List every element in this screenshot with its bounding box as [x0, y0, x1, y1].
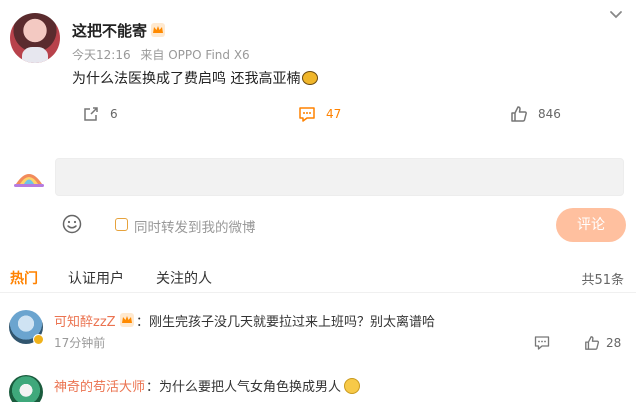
comment-time: 17分钟前	[54, 336, 106, 350]
vip-crown-icon	[120, 313, 134, 327]
thumbs-up-icon	[511, 106, 527, 122]
like-count: 846	[538, 107, 561, 121]
total-comments: 共51条	[581, 273, 624, 288]
comment-count: 47	[326, 107, 342, 121]
tab-verified[interactable]: 认证用户	[68, 268, 124, 288]
repost-icon	[84, 107, 98, 121]
repost-checkbox[interactable]	[115, 218, 128, 231]
comment-author-name[interactable]: 可知醉zzZ	[54, 311, 116, 330]
post-time[interactable]: 今天12:16	[72, 48, 131, 62]
thumbs-up-icon	[585, 336, 600, 350]
post-text: 为什么法医换成了费启鸣 还我高亚楠	[72, 68, 319, 88]
tab-following[interactable]: 关注的人	[156, 268, 212, 288]
vip-crown-icon	[151, 23, 165, 37]
like-button[interactable]: 846	[510, 104, 561, 124]
emoji-picker-icon[interactable]	[62, 214, 82, 234]
comment-avatar[interactable]	[9, 375, 43, 402]
comment-button[interactable]: 47	[298, 104, 341, 124]
divider	[0, 292, 636, 293]
comment-text: ：刚生完孩子没几天就要拉过来上班吗？别太离谱哈	[136, 315, 436, 330]
repost-checkbox-label[interactable]: 同时转发到我的微博	[134, 216, 256, 236]
comment-text-content: ：为什么要把人气女角色换成男人	[146, 380, 342, 395]
post-source: 来自 OPPO Find X6	[140, 48, 250, 62]
submit-comment-button[interactable]: 评论	[556, 208, 626, 242]
post-text-content: 为什么法医换成了费启鸣 还我高亚楠	[72, 71, 301, 87]
grin-emoji-icon	[344, 378, 361, 394]
repost-button[interactable]: 6	[82, 104, 118, 124]
comment-like-count: 28	[606, 336, 622, 350]
repost-count: 6	[110, 107, 118, 121]
comment-like-button[interactable]: 28	[584, 335, 621, 351]
post-author-name[interactable]: 这把不能寄	[72, 20, 147, 41]
my-avatar	[14, 174, 44, 187]
comment-text: ：为什么要把人气女角色换成男人	[146, 376, 361, 395]
reply-icon[interactable]	[534, 335, 550, 351]
comment-input[interactable]	[55, 158, 624, 196]
emoji-icon	[302, 71, 319, 85]
chevron-down-icon[interactable]	[608, 8, 624, 22]
tab-hot[interactable]: 热门	[10, 268, 38, 288]
post-author-avatar[interactable]	[10, 13, 60, 63]
post-meta: 今天12:16 来自 OPPO Find X6	[72, 46, 256, 63]
verified-badge-icon	[33, 334, 44, 345]
comment-author-name[interactable]: 神奇的苟活大师	[54, 376, 145, 395]
comment-icon	[299, 107, 315, 122]
